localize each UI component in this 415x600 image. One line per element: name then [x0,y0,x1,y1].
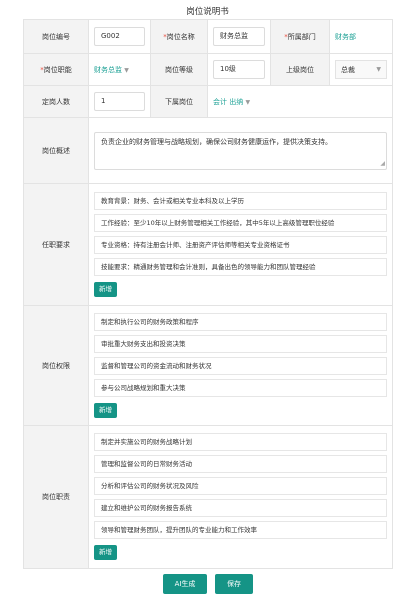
grade-label: 岗位等级 [150,53,208,86]
section-authority-label: 岗位权限 [23,305,89,426]
code-label: 岗位编号 [23,19,89,54]
job-function-label: *岗位职能 [23,53,89,86]
headcount-label: 定岗人数 [23,85,89,118]
list-item[interactable]: 教育背景：财务、会计或相关专业本科及以上学历 [94,191,387,210]
page-title: 岗位说明书 [186,7,229,17]
list-item[interactable]: 参与公司战略规划和重大决策 [94,378,387,397]
add-duty-button[interactable]: 新增 [94,545,117,560]
list-item[interactable]: 工作经验：至少10年以上财务管理相关工作经验，其中5年以上高级管理职位经验 [94,213,387,232]
list-item[interactable]: 技能要求：精通财务管理和会计准则，具备出色的领导能力和团队管理经验 [94,257,387,276]
list-item[interactable]: 分析和评估公司的财务状况及风险 [94,477,387,495]
headcount-input[interactable]: 1 [94,92,145,111]
dept-link[interactable]: 财务部 [335,33,356,41]
superior-label: 上级岗位 [270,53,330,86]
chevron-down-icon: ▼ [124,66,129,74]
overview-textarea[interactable]: 负责企业的财务管理与战略规划，确保公司财务健康运作，提供决策支持。 ◢ [94,131,387,170]
section-duties-label: 岗位职责 [23,425,89,569]
subordinate-label: 下属岗位 [150,85,208,118]
requirements-list: 教育背景：财务、会计或相关专业本科及以上学历 工作经验：至少10年以上财务管理相… [88,183,393,306]
code-input[interactable]: G002 [94,27,145,46]
section-requirements-label: 任职要求 [23,183,89,306]
job-description-form: 岗位编号 G002 *岗位名称 财务总监 *所属部门 财务部 *岗位职能 财务总… [23,19,393,569]
list-item[interactable]: 专业资格：持有注册会计师、注册资产评估师等相关专业资格证书 [94,235,387,254]
chevron-down-icon: ▼ [376,66,381,73]
add-authority-button[interactable]: 新增 [94,402,117,418]
name-input[interactable]: 财务总监 [213,27,265,46]
duties-list: 制定并实施公司的财务战略计划 管理和监督公司的日常财务活动 分析和评估公司的财务… [88,425,393,569]
list-item[interactable]: 制定并实施公司的财务战略计划 [94,433,387,451]
list-item[interactable]: 制定和执行公司的财务政策和程序 [94,312,387,331]
chevron-down-icon: ▼ [245,98,251,106]
subordinate-select[interactable]: 会计 出纳 ▼ [213,98,250,106]
name-label: *岗位名称 [150,19,208,54]
dept-label: *所属部门 [270,19,330,54]
superior-select[interactable]: 总裁 ▼ [335,60,387,79]
authority-list: 制定和执行公司的财务政策和程序 审批重大财务支出和投资决策 监督和管理公司的资金… [88,305,393,426]
job-function-select[interactable]: 财务总监 ▼ [94,66,129,74]
ai-generate-button[interactable]: AI生成 [163,574,207,594]
grade-input[interactable]: 10级 [213,60,265,79]
resize-handle-icon: ◢ [380,159,385,167]
list-item[interactable]: 领导和管理财务团队，提升团队的专业能力和工作效率 [94,521,387,539]
list-item[interactable]: 审批重大财务支出和投资决策 [94,334,387,353]
list-item[interactable]: 管理和监督公司的日常财务活动 [94,455,387,473]
list-item[interactable]: 监督和管理公司的资金流动和财务状况 [94,356,387,375]
overview-label: 岗位概述 [23,117,89,184]
save-button[interactable]: 保存 [215,574,253,594]
superior-value: 总裁 [341,65,355,74]
list-item[interactable]: 建立和维护公司的财务报告系统 [94,499,387,517]
add-requirement-button[interactable]: 新增 [94,281,117,297]
